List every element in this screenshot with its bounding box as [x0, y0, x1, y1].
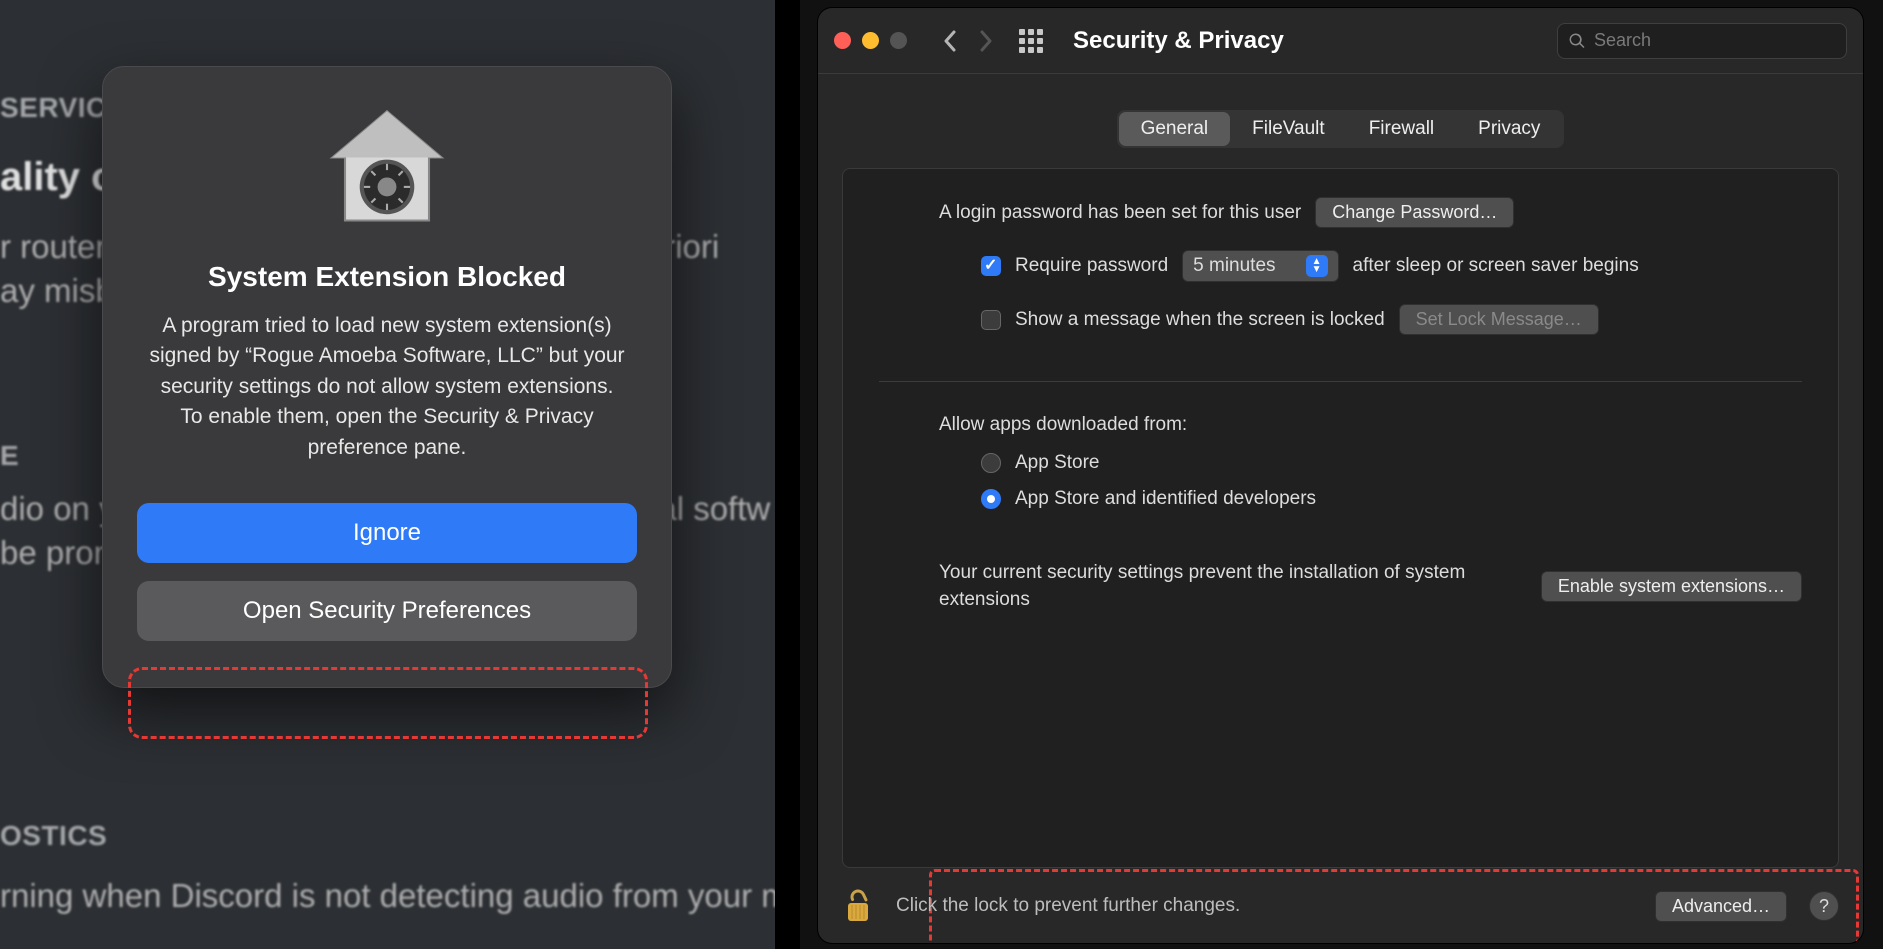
window-footer: Click the lock to prevent further change… [842, 887, 1839, 925]
dialog-body: A program tried to load new system exten… [149, 311, 625, 463]
password-delay-value: 5 minutes [1193, 255, 1275, 277]
divider [879, 381, 1802, 382]
appstore-identified-label: App Store and identified developers [1015, 488, 1316, 510]
help-button[interactable]: ? [1809, 891, 1839, 921]
advanced-button[interactable]: Advanced… [1655, 891, 1787, 922]
show-lock-message-checkbox[interactable] [981, 310, 1001, 330]
appstore-radio[interactable] [981, 453, 1001, 473]
bg-fragment: rning when Discord is not detecting audi… [0, 877, 775, 915]
security-privacy-window: Security & Privacy General FileVault Fir… [818, 8, 1863, 943]
login-password-label: A login password has been set for this u… [939, 202, 1301, 224]
system-extension-blocked-dialog: System Extension Blocked A program tried… [102, 66, 672, 688]
tab-general[interactable]: General [1119, 112, 1231, 146]
lock-footer-message: Click the lock to prevent further change… [896, 895, 1240, 917]
pane-content: General FileVault Firewall Privacy A log… [818, 74, 1863, 868]
search-icon [1568, 32, 1586, 50]
bg-heading: OSTICS [0, 820, 107, 852]
tab-firewall[interactable]: Firewall [1347, 112, 1456, 146]
updown-chevron-icon: ▲▼ [1306, 255, 1328, 277]
after-sleep-label: after sleep or screen saver begins [1353, 255, 1639, 277]
search-field[interactable] [1557, 23, 1847, 59]
dialog-title: System Extension Blocked [131, 261, 643, 293]
lock-icon[interactable] [842, 887, 874, 925]
discord-background: SERVICE ality of S r router t gh priori … [0, 0, 775, 949]
change-password-button[interactable]: Change Password… [1315, 197, 1514, 228]
show-lock-message-label: Show a message when the screen is locked [1015, 309, 1385, 331]
window-toolbar: Security & Privacy [818, 8, 1863, 74]
tab-bar: General FileVault Firewall Privacy [1117, 110, 1565, 148]
general-pane: A login password has been set for this u… [842, 168, 1839, 868]
password-delay-select[interactable]: 5 minutes ▲▼ [1182, 250, 1338, 282]
enable-system-extensions-button[interactable]: Enable system extensions… [1541, 571, 1802, 602]
chevron-right-icon [978, 30, 994, 52]
allow-apps-label: Allow apps downloaded from: [939, 414, 1187, 436]
window-title: Security & Privacy [1073, 27, 1284, 55]
bg-fragment: dio on y [0, 490, 116, 528]
tab-privacy[interactable]: Privacy [1456, 112, 1562, 146]
set-lock-message-button: Set Lock Message… [1399, 304, 1599, 335]
window-controls [834, 32, 907, 49]
tab-filevault[interactable]: FileVault [1230, 112, 1347, 146]
appstore-identified-radio[interactable] [981, 489, 1001, 509]
forward-button [975, 30, 997, 52]
ignore-button[interactable]: Ignore [137, 503, 637, 563]
bg-heading: E [0, 440, 19, 472]
back-button[interactable] [939, 30, 961, 52]
search-input[interactable] [1594, 30, 1836, 51]
security-preferences-icon [324, 105, 450, 231]
require-password-checkbox[interactable] [981, 256, 1001, 276]
show-all-prefs-button[interactable] [1019, 29, 1043, 53]
system-preferences-backdrop: Security & Privacy General FileVault Fir… [800, 0, 1883, 949]
close-window-button[interactable] [834, 32, 851, 49]
require-password-label: Require password [1015, 255, 1168, 277]
minimize-window-button[interactable] [862, 32, 879, 49]
extension-blocked-message: Your current security settings prevent t… [939, 560, 1499, 613]
open-security-prefs-button[interactable]: Open Security Preferences [137, 581, 637, 641]
appstore-label: App Store [1015, 452, 1100, 474]
chevron-left-icon [942, 30, 958, 52]
zoom-window-button [890, 32, 907, 49]
